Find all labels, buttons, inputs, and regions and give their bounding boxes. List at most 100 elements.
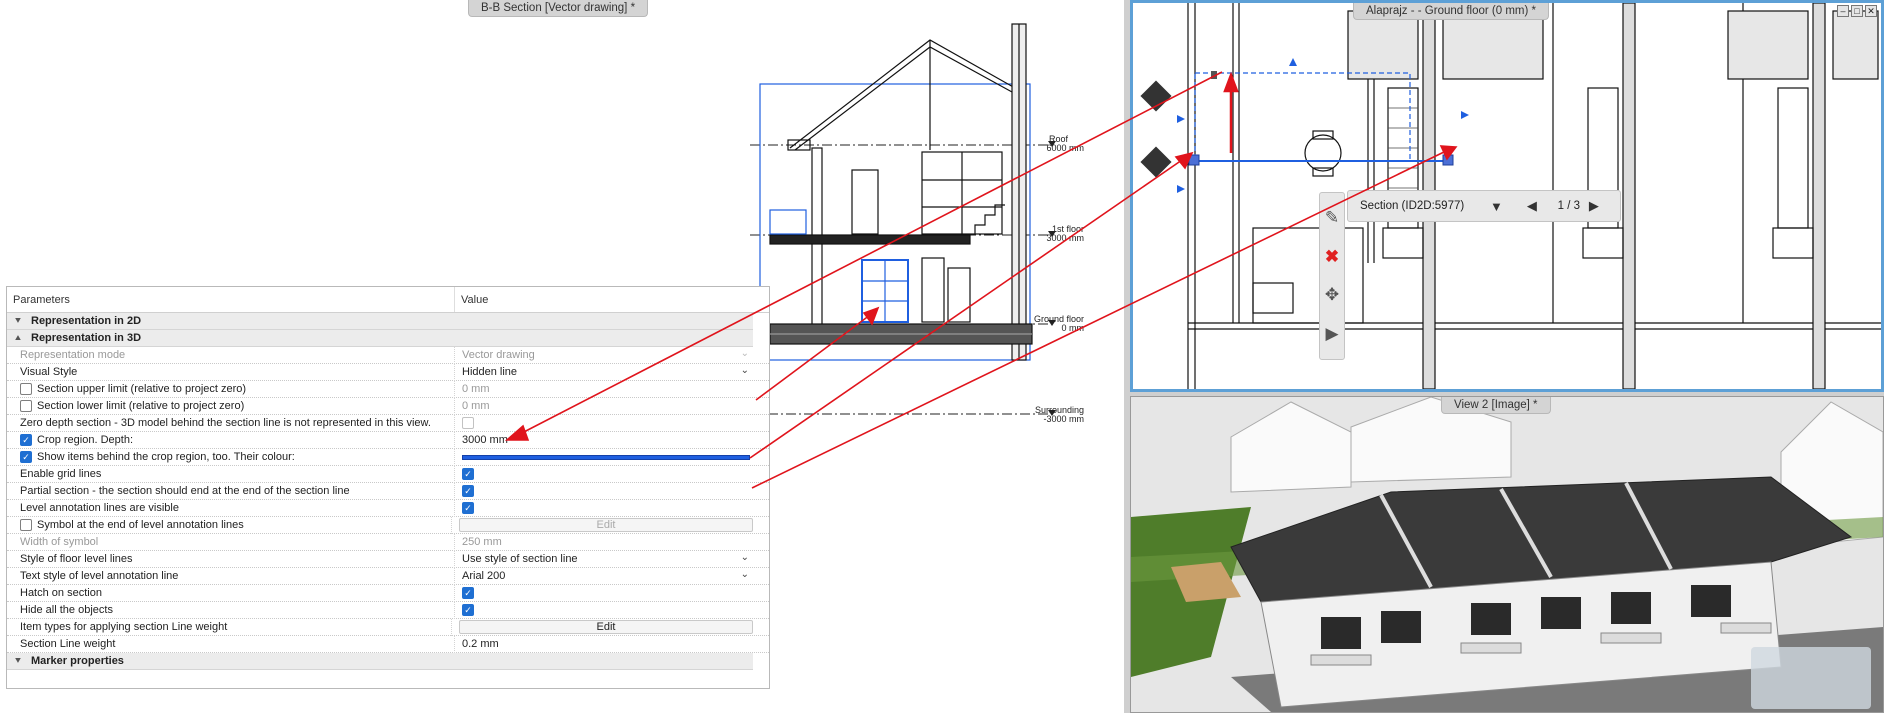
param-row[interactable]: Style of floor level lines Use style of … [7,550,769,568]
tab-image-view[interactable]: View 2 [Image] * [1441,397,1551,414]
restore-icon[interactable]: □ [1851,5,1863,17]
image-view-panel[interactable]: View 2 [Image] * [1130,396,1884,713]
param-label: Width of symbol [7,533,455,551]
param-row[interactable]: Level annotation lines are visible ✓ [7,499,769,517]
param-row[interactable]: ✓ Crop region. Depth: 3000 mm [7,431,769,449]
level-ground-value: 0 mm [1062,323,1085,333]
hatch-on-section-checkbox[interactable]: ✓ [462,587,474,599]
level-surrounding-value: -3000 mm [1043,414,1084,424]
param-row[interactable]: Text style of level annotation line Aria… [7,567,769,585]
chevron-down-icon[interactable]: ⌄ [741,365,749,376]
param-label: Representation mode [7,346,455,364]
param-label: Hide all the objects [7,601,455,619]
crop-region-checkbox[interactable]: ✓ [20,434,32,446]
colour-swatch[interactable] [462,454,750,460]
param-label: Enable grid lines [7,465,455,483]
header-parameters: Parameters [7,287,455,312]
move-arrows-icon[interactable]: ✥ [1325,285,1339,305]
partial-section-checkbox[interactable]: ✓ [462,485,474,497]
symbol-edit-button[interactable]: Edit [459,518,753,532]
param-label: Level annotation lines are visible [7,499,455,517]
param-label: Text style of level annotation line [7,567,455,585]
section-edit-toolbar[interactable]: ✎ ✖ ✥ ▶ [1319,192,1345,360]
section-lower-limit-checkbox[interactable] [20,400,32,412]
param-label: Style of floor level lines [7,550,455,568]
visual-style-select[interactable]: Hidden line ⌄ [455,364,753,381]
symbol-end-checkbox[interactable] [20,519,32,531]
rendered-3d-view [1131,397,1883,712]
param-row[interactable]: Section Line weight 0.2 mm [7,635,769,653]
param-row[interactable]: Item types for applying section Line wei… [7,618,769,636]
param-row[interactable]: Hide all the objects ✓ [7,601,769,619]
chevron-up-icon[interactable]: ⯅ [11,333,25,344]
floor-level-style-select[interactable]: Use style of section line ⌄ [455,551,753,568]
page-indicator: 1 / 3 [1557,200,1581,212]
crop-region-depth-field[interactable]: 3000 mm [455,432,753,449]
section-lower-limit-field: 0 mm [462,400,490,412]
item-types-edit-button[interactable]: Edit [459,620,753,634]
param-row[interactable]: Representation mode Vector drawing ⌄ [7,346,769,364]
level-annotation-visible-checkbox[interactable]: ✓ [462,502,474,514]
dropdown-triangle-icon[interactable]: ▼ [1490,199,1503,214]
param-row[interactable]: Hatch on section ✓ [7,584,769,602]
level-first-value: 3000 mm [1046,233,1084,243]
close-icon[interactable]: ✕ [1865,5,1877,17]
delete-x-icon[interactable]: ✖ [1325,247,1339,267]
param-row[interactable]: Symbol at the end of level annotation li… [7,516,769,534]
representation-mode-select: Vector drawing ⌄ [462,347,749,362]
param-label: Section upper limit (relative to project… [37,383,247,395]
chevron-down-icon[interactable]: ⯆ [11,656,25,667]
tab-plan-view[interactable]: Alaprajz - - Ground floor (0 mm) * [1353,3,1549,20]
chevron-down-icon[interactable]: ⌄ [741,552,749,563]
minimize-icon[interactable]: – [1837,5,1849,17]
text-style-select[interactable]: Arial 200 ⌄ [455,568,753,585]
section-view-panel[interactable]: B-B Section [Vector drawing] * Roof 6000… [0,0,1124,713]
enable-grid-lines-checkbox[interactable]: ✓ [462,468,474,480]
param-label: Zero depth section - 3D model behind the… [7,414,455,432]
param-label: Section Line weight [7,635,455,653]
chevron-down-icon[interactable]: ⯆ [11,316,25,327]
param-row[interactable]: Visual Style Hidden line ⌄ [7,363,769,381]
group-representation-3d[interactable]: ⯅ Representation in 3D [7,330,753,347]
param-row[interactable]: Enable grid lines ✓ [7,465,769,483]
param-label: Crop region. Depth: [37,434,133,446]
group-marker-properties[interactable]: ⯆ Marker properties [7,653,753,670]
expand-triangle-icon[interactable]: ▶ [1325,324,1338,344]
chevron-down-icon: ⌄ [740,347,749,359]
parameters-table[interactable]: Parameters Value ⯆ Representation in 2D ⯅… [6,286,770,689]
param-label: Hatch on section [7,584,455,602]
group-representation-2d[interactable]: ⯆ Representation in 2D [7,313,753,330]
window-controls[interactable]: – □ ✕ [1837,5,1877,17]
section-upper-limit-checkbox[interactable] [20,383,32,395]
param-label: Show items behind the crop region, too. … [37,451,295,463]
width-of-symbol-field: 250 mm [462,536,502,548]
param-label: Item types for applying section Line wei… [7,618,452,636]
parameters-table-header: Parameters Value [7,287,769,313]
section-selector-popup[interactable]: Section (ID2D:5977) ▼ ◀ 1 / 3 ▶ [1347,190,1621,222]
level-roof-value: 6000 mm [1046,143,1084,153]
param-row[interactable]: Zero depth section - 3D model behind the… [7,414,769,432]
group-label: Representation in 2D [31,315,142,327]
pencil-icon[interactable]: ✎ [1325,208,1339,228]
param-row[interactable]: Section lower limit (relative to project… [7,397,769,415]
zero-depth-checkbox [462,417,474,429]
header-value: Value [461,294,489,306]
section-id-label: Section (ID2D:5977) [1360,200,1465,212]
param-label: Partial section - the section should end… [7,482,455,500]
previous-triangle-icon[interactable]: ◀ [1527,198,1537,214]
group-label: Representation in 3D [31,332,142,344]
next-triangle-icon[interactable]: ▶ [1589,198,1599,214]
section-line-weight-field[interactable]: 0.2 mm [455,636,753,653]
param-label: Symbol at the end of level annotation li… [37,519,244,531]
hide-all-objects-checkbox[interactable]: ✓ [462,604,474,616]
chevron-down-icon[interactable]: ⌄ [741,569,749,580]
param-row[interactable]: ✓ Show items behind the crop region, too.… [7,448,769,466]
param-row[interactable]: Width of symbol 250 mm [7,533,769,551]
show-items-behind-checkbox[interactable]: ✓ [20,451,32,463]
param-row[interactable]: Section upper limit (relative to project… [7,380,769,398]
param-label: Visual Style [7,363,455,381]
param-row[interactable]: Partial section - the section should end… [7,482,769,500]
section-upper-limit-field: 0 mm [462,383,490,395]
group-label: Marker properties [31,655,124,667]
param-label: Section lower limit (relative to project… [37,400,245,412]
